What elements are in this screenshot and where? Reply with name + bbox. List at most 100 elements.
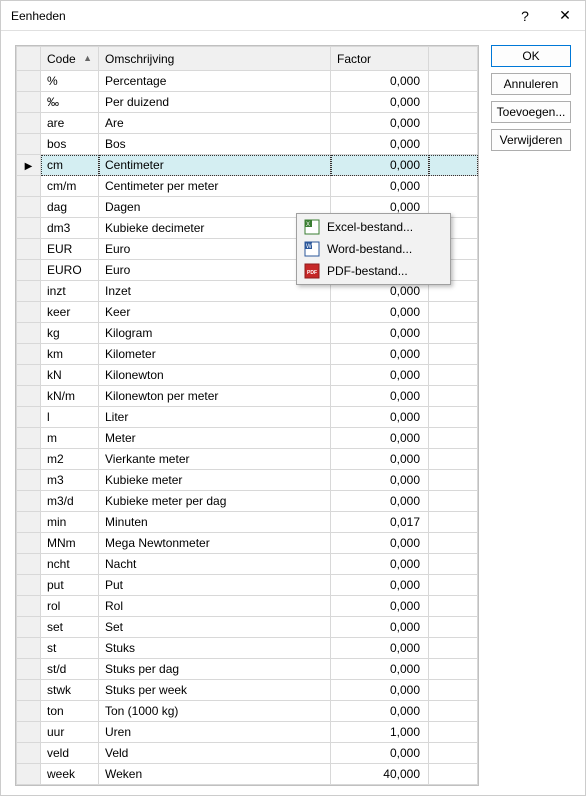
cell-factor[interactable]: 0,000 [331, 386, 429, 407]
row-header[interactable] [17, 197, 41, 218]
cell-code[interactable]: kN/m [41, 386, 99, 407]
table-row[interactable]: m3/dKubieke meter per dag0,000 [17, 491, 478, 512]
add-button[interactable]: Toevoegen... [491, 101, 571, 123]
cell-omschrijving[interactable]: Put [99, 575, 331, 596]
cell-factor[interactable]: 0,000 [331, 344, 429, 365]
cell-code[interactable]: cm/m [41, 176, 99, 197]
row-header[interactable] [17, 512, 41, 533]
cell-factor[interactable]: 0,000 [331, 113, 429, 134]
cell-factor[interactable]: 0,017 [331, 512, 429, 533]
cell-code[interactable]: m3/d [41, 491, 99, 512]
row-header[interactable] [17, 722, 41, 743]
table-row[interactable]: veldVeld0,000 [17, 743, 478, 764]
cell-omschrijving[interactable]: Vierkante meter [99, 449, 331, 470]
row-header[interactable] [17, 638, 41, 659]
row-header[interactable] [17, 134, 41, 155]
cell-omschrijving[interactable]: Uren [99, 722, 331, 743]
table-row[interactable]: kNKilonewton0,000 [17, 365, 478, 386]
cell-factor[interactable]: 0,000 [331, 302, 429, 323]
close-button[interactable]: ✕ [545, 1, 585, 31]
row-header[interactable] [17, 470, 41, 491]
table-row[interactable]: mMeter0,000 [17, 428, 478, 449]
menu-item-pdf[interactable]: PDF PDF-bestand... [299, 260, 448, 282]
cell-code[interactable]: put [41, 575, 99, 596]
cell-factor[interactable]: 0,000 [331, 491, 429, 512]
header-omschrijving[interactable]: Omschrijving [99, 47, 331, 71]
cell-omschrijving[interactable]: Keer [99, 302, 331, 323]
cell-omschrijving[interactable]: Set [99, 617, 331, 638]
cell-factor[interactable]: 0,000 [331, 680, 429, 701]
cell-omschrijving[interactable]: Percentage [99, 71, 331, 92]
cell-code[interactable]: keer [41, 302, 99, 323]
cell-code[interactable]: cm [41, 155, 99, 176]
cell-omschrijving[interactable]: Centimeter per meter [99, 176, 331, 197]
cell-omschrijving[interactable]: Are [99, 113, 331, 134]
row-header[interactable] [17, 323, 41, 344]
table-row[interactable]: m3Kubieke meter0,000 [17, 470, 478, 491]
cell-omschrijving[interactable]: Centimeter [99, 155, 331, 176]
row-header[interactable] [17, 407, 41, 428]
cell-code[interactable]: st/d [41, 659, 99, 680]
cell-factor[interactable]: 0,000 [331, 323, 429, 344]
cell-code[interactable]: uur [41, 722, 99, 743]
table-row[interactable]: putPut0,000 [17, 575, 478, 596]
row-header[interactable] [17, 428, 41, 449]
row-header[interactable] [17, 218, 41, 239]
table-row[interactable]: minMinuten0,017 [17, 512, 478, 533]
header-code[interactable]: Code ▲ [41, 47, 99, 71]
row-header[interactable] [17, 302, 41, 323]
cell-code[interactable]: rol [41, 596, 99, 617]
cell-code[interactable]: % [41, 71, 99, 92]
cell-code[interactable]: week [41, 764, 99, 785]
row-header[interactable] [17, 449, 41, 470]
menu-item-excel[interactable]: X Excel-bestand... [299, 216, 448, 238]
cell-omschrijving[interactable]: Weken [99, 764, 331, 785]
cell-factor[interactable]: 0,000 [331, 617, 429, 638]
cell-omschrijving[interactable]: Kilometer [99, 344, 331, 365]
cell-factor[interactable]: 0,000 [331, 596, 429, 617]
cell-code[interactable]: m [41, 428, 99, 449]
table-row[interactable]: keerKeer0,000 [17, 302, 478, 323]
cell-omschrijving[interactable]: Veld [99, 743, 331, 764]
cell-code[interactable]: kg [41, 323, 99, 344]
table-row[interactable]: kgKilogram0,000 [17, 323, 478, 344]
cell-factor[interactable]: 0,000 [331, 701, 429, 722]
table-row[interactable]: st/dStuks per dag0,000 [17, 659, 478, 680]
row-header[interactable] [17, 701, 41, 722]
cell-factor[interactable]: 0,000 [331, 449, 429, 470]
table-row[interactable]: stStuks0,000 [17, 638, 478, 659]
cell-factor[interactable]: 0,000 [331, 134, 429, 155]
cell-code[interactable]: l [41, 407, 99, 428]
table-row[interactable]: m2Vierkante meter0,000 [17, 449, 478, 470]
cell-omschrijving[interactable]: Rol [99, 596, 331, 617]
delete-button[interactable]: Verwijderen [491, 129, 571, 151]
cell-factor[interactable]: 0,000 [331, 533, 429, 554]
table-row[interactable]: bosBos0,000 [17, 134, 478, 155]
cell-code[interactable]: m2 [41, 449, 99, 470]
cell-omschrijving[interactable]: Kilonewton per meter [99, 386, 331, 407]
table-row[interactable]: weekWeken40,000 [17, 764, 478, 785]
cell-code[interactable]: km [41, 344, 99, 365]
cell-factor[interactable]: 0,000 [331, 176, 429, 197]
cell-code[interactable]: dm3 [41, 218, 99, 239]
cell-omschrijving[interactable]: Stuks [99, 638, 331, 659]
cell-code[interactable]: kN [41, 365, 99, 386]
cell-factor[interactable]: 40,000 [331, 764, 429, 785]
row-header[interactable] [17, 92, 41, 113]
table-row[interactable]: lLiter0,000 [17, 407, 478, 428]
row-header[interactable] [17, 260, 41, 281]
cell-omschrijving[interactable]: Kubieke meter [99, 470, 331, 491]
row-header[interactable] [17, 365, 41, 386]
row-header[interactable] [17, 554, 41, 575]
row-header[interactable] [17, 596, 41, 617]
table-row[interactable]: stwkStuks per week0,000 [17, 680, 478, 701]
cell-code[interactable]: min [41, 512, 99, 533]
ok-button[interactable]: OK [491, 45, 571, 67]
row-header[interactable] [17, 113, 41, 134]
table-row[interactable]: nchtNacht0,000 [17, 554, 478, 575]
row-header[interactable] [17, 617, 41, 638]
cell-omschrijving[interactable]: Bos [99, 134, 331, 155]
cell-factor[interactable]: 0,000 [331, 659, 429, 680]
cell-omschrijving[interactable]: Kilonewton [99, 365, 331, 386]
cell-omschrijving[interactable]: Meter [99, 428, 331, 449]
